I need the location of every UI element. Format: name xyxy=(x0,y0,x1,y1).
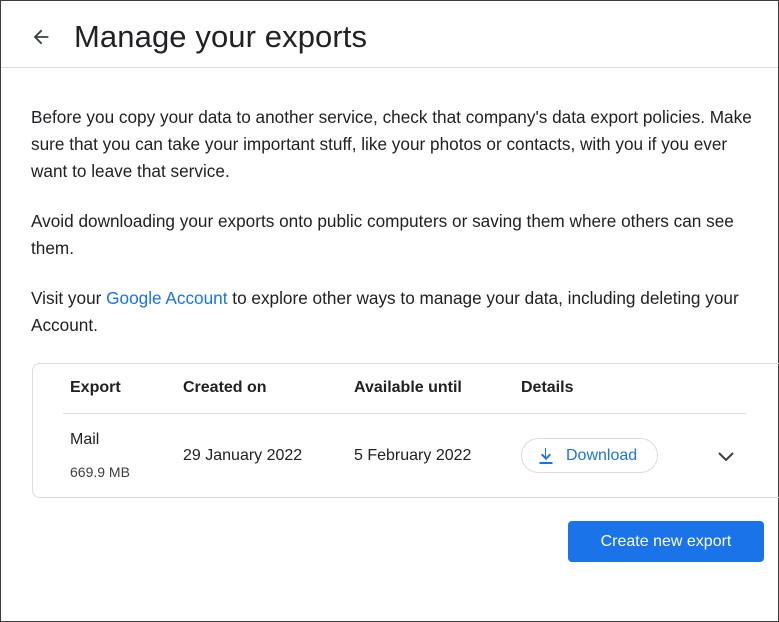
header-divider xyxy=(63,413,746,414)
download-label: Download xyxy=(566,446,638,464)
intro-paragraph-account: Visit your Google Account to explore oth… xyxy=(31,285,761,339)
chevron-down-icon xyxy=(718,452,734,462)
export-name: Mail xyxy=(70,431,100,448)
intro-paragraph-public-computers: Avoid downloading your exports onto publ… xyxy=(31,211,734,258)
download-icon xyxy=(539,447,553,464)
column-header-details: Details xyxy=(521,379,574,396)
column-header-created-on: Created on xyxy=(183,379,267,396)
back-button[interactable] xyxy=(27,23,55,51)
column-header-export: Export xyxy=(70,379,121,396)
export-size: 669.9 MB xyxy=(70,464,130,480)
page-title: Manage your exports xyxy=(74,19,368,54)
google-account-link[interactable]: Google Account xyxy=(106,288,227,308)
create-new-export-button[interactable]: Create new export xyxy=(568,521,764,562)
exports-page: Manage your exports Before you copy your… xyxy=(0,0,779,622)
export-available-until: 5 February 2022 xyxy=(354,447,472,464)
download-button[interactable]: Download xyxy=(521,438,658,473)
account-text-before: Visit your xyxy=(31,288,107,308)
export-created-on: 29 January 2022 xyxy=(183,447,303,464)
expand-row-button[interactable] xyxy=(713,444,739,468)
page-header: Manage your exports xyxy=(1,1,778,68)
intro-paragraph-policies: Before you copy your data to another ser… xyxy=(31,107,752,181)
arrow-back-icon xyxy=(33,29,49,45)
column-header-available-until: Available until xyxy=(354,379,462,396)
